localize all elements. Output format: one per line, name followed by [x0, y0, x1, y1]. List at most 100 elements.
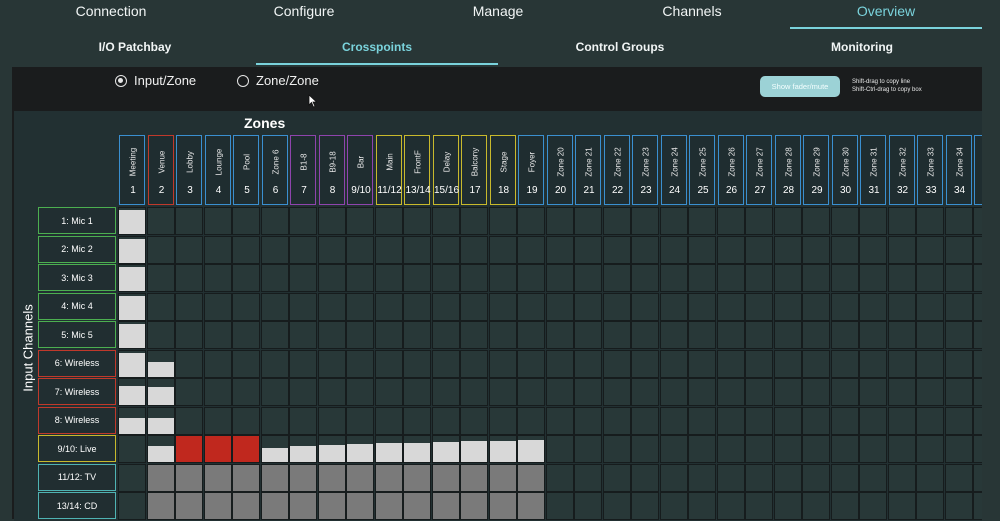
crosspoint-cell[interactable] — [374, 321, 403, 349]
crosspoint-cell[interactable] — [659, 463, 688, 492]
crosspoint-cell[interactable] — [118, 435, 146, 463]
crosspoint-cell[interactable] — [175, 406, 203, 435]
crosspoint-cell[interactable] — [944, 235, 973, 264]
crosspoint-cell[interactable] — [859, 378, 887, 406]
crosspoint-cell[interactable] — [374, 235, 403, 264]
crosspoint-cell[interactable] — [460, 321, 488, 349]
tab-overview[interactable]: Overview — [857, 3, 915, 19]
crosspoint-cell[interactable] — [973, 435, 982, 463]
crosspoint-cell[interactable] — [232, 207, 260, 235]
crosspoint-cell[interactable] — [830, 406, 859, 435]
crosspoint-cell[interactable] — [175, 463, 203, 492]
crosspoint-cell[interactable] — [659, 321, 688, 349]
crosspoint-cell[interactable] — [431, 378, 460, 406]
crosspoint-cell[interactable] — [203, 463, 232, 492]
crosspoint-cell[interactable] — [431, 235, 460, 264]
crosspoint-cell[interactable] — [488, 235, 517, 264]
crosspoint-cell[interactable] — [773, 349, 802, 378]
crosspoint-cell[interactable] — [887, 264, 916, 292]
crosspoint-cell[interactable] — [232, 292, 260, 321]
crosspoint-cell[interactable] — [859, 292, 887, 321]
crosspoint-cell[interactable] — [716, 235, 745, 264]
subtab-i-o-patchbay[interactable]: I/O Patchbay — [99, 40, 172, 54]
crosspoint-cell[interactable] — [688, 321, 716, 349]
crosspoint-cell[interactable] — [602, 406, 631, 435]
crosspoint-cell[interactable] — [317, 235, 346, 264]
crosspoint-cell[interactable] — [403, 378, 431, 406]
crosspoint-cell[interactable] — [146, 235, 175, 264]
crosspoint-cell[interactable] — [745, 492, 773, 520]
crosspoint-cell[interactable] — [973, 321, 982, 349]
crosspoint-cell[interactable] — [944, 207, 973, 235]
crosspoint-cell[interactable] — [859, 235, 887, 264]
show-fader-mute-button[interactable]: Show fader/mute — [760, 76, 840, 97]
crosspoint-cell[interactable] — [260, 321, 289, 349]
zone-header[interactable]: FrontF 13/14 — [404, 135, 431, 205]
zone-header[interactable]: Zone 23 23 — [632, 135, 658, 205]
crosspoint-cell[interactable] — [346, 378, 374, 406]
crosspoint-cell[interactable] — [146, 264, 175, 292]
crosspoint-cell[interactable] — [716, 492, 745, 520]
crosspoint-cell[interactable] — [175, 349, 203, 378]
crosspoint-cell[interactable] — [346, 406, 374, 435]
crosspoint-cell[interactable] — [973, 235, 982, 264]
crosspoint-cell[interactable] — [659, 378, 688, 406]
input-channel-label[interactable]: 11/12: TV — [38, 463, 116, 491]
crosspoint-cell[interactable] — [602, 349, 631, 378]
crosspoint-cell[interactable] — [574, 378, 602, 406]
crosspoint-cell[interactable] — [745, 321, 773, 349]
zone-header[interactable]: Zone 20 20 — [546, 135, 573, 205]
crosspoint-cell[interactable] — [916, 292, 944, 321]
crosspoint-cell[interactable] — [716, 463, 745, 492]
crosspoint-cell[interactable] — [859, 321, 887, 349]
crosspoint-cell[interactable] — [460, 235, 488, 264]
input-channel-label[interactable]: 2: Mic 2 — [38, 235, 116, 263]
crosspoint-cell[interactable] — [460, 435, 488, 463]
crosspoint-cell[interactable] — [517, 378, 545, 406]
crosspoint-cell[interactable] — [118, 378, 146, 406]
crosspoint-cell[interactable] — [802, 349, 830, 378]
zone-header[interactable]: Zone 21 21 — [575, 135, 601, 205]
crosspoint-cell[interactable] — [944, 292, 973, 321]
crosspoint-cell[interactable] — [488, 207, 517, 235]
crosspoint-cell[interactable] — [517, 492, 545, 520]
crosspoint-cell[interactable] — [317, 207, 346, 235]
zone-header[interactable]: Zone 24 24 — [660, 135, 687, 205]
crosspoint-cell[interactable] — [830, 463, 859, 492]
crosspoint-cell[interactable] — [289, 435, 317, 463]
crosspoint-cell[interactable] — [545, 435, 574, 463]
zone-header[interactable]: Meeting 1 — [119, 135, 145, 205]
crosspoint-cell[interactable] — [916, 264, 944, 292]
crosspoint-cell[interactable] — [403, 207, 431, 235]
crosspoint-cell[interactable] — [659, 264, 688, 292]
tab-manage[interactable]: Manage — [473, 3, 524, 19]
input-channel-label[interactable]: 3: Mic 3 — [38, 264, 116, 291]
crosspoint-cell[interactable] — [260, 378, 289, 406]
crosspoint-cell[interactable] — [574, 207, 602, 235]
crosspoint-cell[interactable] — [916, 435, 944, 463]
crosspoint-cell[interactable] — [232, 378, 260, 406]
crosspoint-cell[interactable] — [688, 463, 716, 492]
crosspoint-cell[interactable] — [716, 378, 745, 406]
zone-header[interactable]: Zone 22 22 — [603, 135, 630, 205]
input-channel-label[interactable]: 1: Mic 1 — [38, 207, 116, 234]
crosspoint-cell[interactable] — [146, 207, 175, 235]
crosspoint-cell[interactable] — [488, 264, 517, 292]
crosspoint-cell[interactable] — [289, 207, 317, 235]
crosspoint-cell[interactable] — [887, 292, 916, 321]
crosspoint-cell[interactable] — [175, 492, 203, 520]
crosspoint-cell[interactable] — [146, 378, 175, 406]
zone-header[interactable]: Zone 27 27 — [746, 135, 772, 205]
crosspoint-cell[interactable] — [545, 349, 574, 378]
crosspoint-cell[interactable] — [830, 378, 859, 406]
crosspoint-cell[interactable] — [203, 235, 232, 264]
crosspoint-cell[interactable] — [859, 264, 887, 292]
tab-configure[interactable]: Configure — [274, 3, 335, 19]
crosspoint-cell[interactable] — [944, 463, 973, 492]
crosspoint-cell[interactable] — [460, 292, 488, 321]
crosspoint-cell[interactable] — [973, 492, 982, 520]
crosspoint-cell[interactable] — [859, 463, 887, 492]
crosspoint-cell[interactable] — [745, 264, 773, 292]
crosspoint-cell[interactable] — [118, 406, 146, 435]
crosspoint-cell[interactable] — [545, 378, 574, 406]
